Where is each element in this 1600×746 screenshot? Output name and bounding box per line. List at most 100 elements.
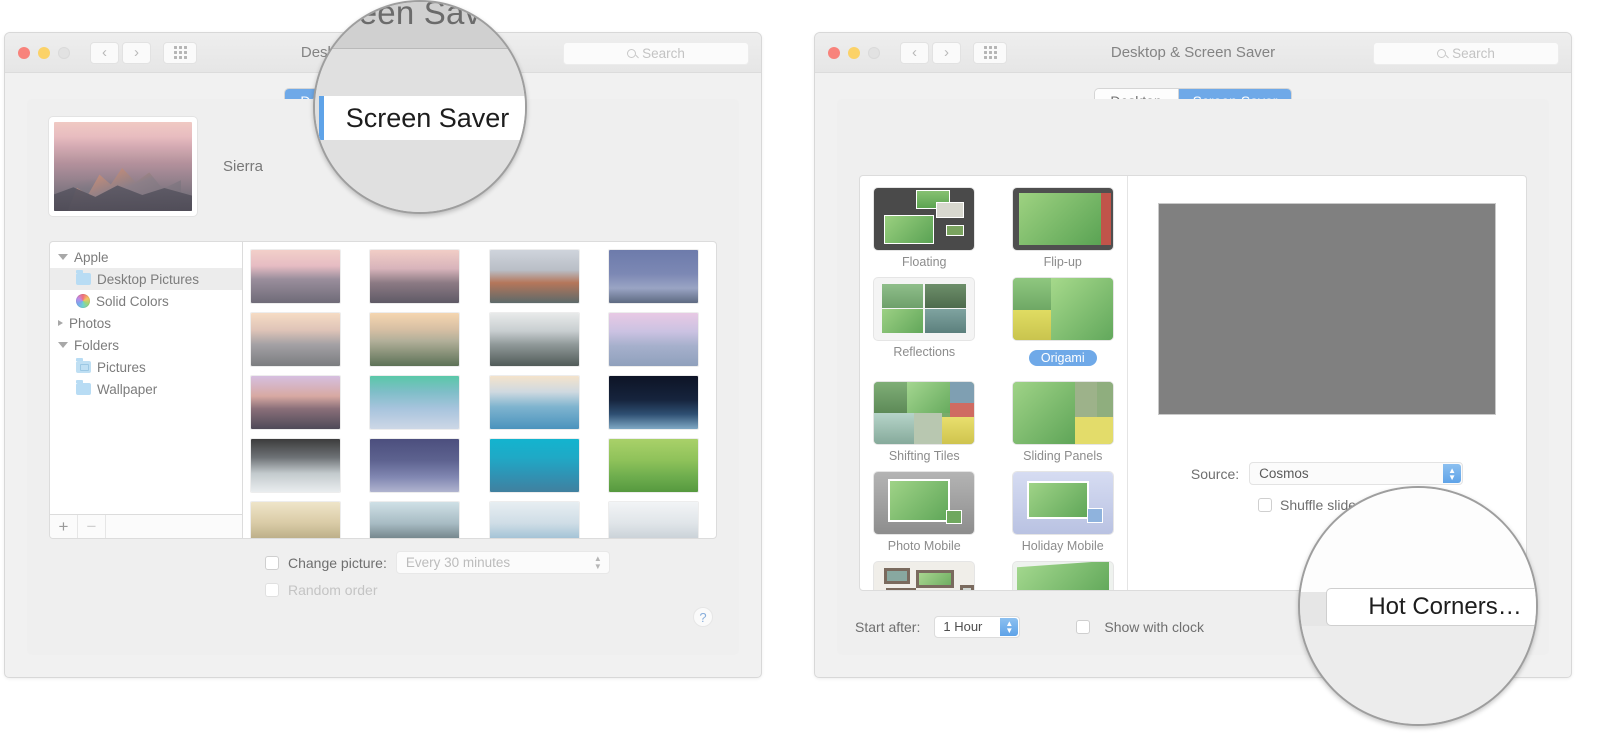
screen-saver-item-flip-up[interactable]: Flip-up (1007, 188, 1119, 276)
screen-saver-item-photo-mobile[interactable]: Photo Mobile (868, 472, 980, 560)
screen-saver-item-holiday-mobile[interactable]: Holiday Mobile (1007, 472, 1119, 560)
shuffle-checkbox[interactable] (1258, 498, 1272, 512)
screenshot-stage: ‹ › Desktop & Screen Saver Search Deskto… (0, 0, 1600, 746)
forward-button[interactable]: › (932, 42, 961, 64)
wallpaper-thumb[interactable] (609, 313, 698, 366)
wallpaper-thumb[interactable] (609, 439, 698, 492)
sidebar-item-photos[interactable]: Photos (50, 312, 242, 334)
random-order-checkbox[interactable] (265, 583, 279, 597)
show-with-clock-checkbox[interactable] (1076, 620, 1090, 634)
wallpaper-thumb[interactable] (251, 313, 340, 366)
right-search-input[interactable]: Search (1373, 42, 1559, 65)
chevron-right-icon: › (134, 45, 139, 60)
change-picture-interval-value: Every 30 minutes (406, 555, 510, 570)
left-search-placeholder: Search (642, 46, 685, 61)
wallpaper-thumb[interactable] (370, 439, 459, 492)
sidebar-item-label: Desktop Pictures (97, 272, 199, 287)
close-button[interactable] (828, 47, 840, 59)
wallpaper-thumb[interactable] (251, 376, 340, 429)
wallpaper-thumb[interactable] (490, 502, 579, 538)
disclosure-closed-icon[interactable] (58, 320, 63, 326)
magnified-screen-saver-tab[interactable]: Screen Saver (319, 96, 527, 140)
sidebar-item-folders[interactable]: Folders (50, 334, 242, 356)
screen-saver-thumb (874, 382, 974, 444)
show-all-button[interactable] (163, 42, 197, 64)
wallpaper-thumbnail-grid (243, 242, 716, 538)
screen-saver-list: Floating Flip-up (860, 176, 1128, 590)
screen-saver-label: Shifting Tiles (868, 449, 980, 463)
wallpaper-thumb[interactable] (609, 250, 698, 303)
screen-saver-label: Photo Mobile (868, 539, 980, 553)
wallpaper-thumb[interactable] (609, 376, 698, 429)
wallpaper-thumb[interactable] (251, 439, 340, 492)
help-button[interactable]: ? (693, 607, 713, 627)
stepper-icon: ▲▼ (594, 555, 602, 570)
wallpaper-thumb[interactable] (609, 502, 698, 538)
screen-saver-item-shifting-tiles[interactable]: Shifting Tiles (868, 382, 980, 470)
minimize-button[interactable] (848, 47, 860, 59)
grid-icon (984, 46, 997, 59)
screen-saver-item-origami[interactable]: Origami (1007, 278, 1119, 380)
wallpaper-thumb[interactable] (370, 250, 459, 303)
screen-saver-item-row5-left[interactable] (868, 562, 980, 590)
left-nav-buttons: ‹ › (90, 42, 151, 64)
screen-saver-label: Floating (868, 255, 980, 269)
magnifier-screen-saver-tab: een Sav Screen Saver (313, 0, 527, 214)
magnified-white-band (1300, 488, 1536, 592)
sidebar-footer: + − (50, 514, 242, 538)
change-picture-interval-popup[interactable]: Every 30 minutes ▲▼ (396, 551, 610, 574)
wallpaper-thumb[interactable] (370, 313, 459, 366)
show-all-button[interactable] (973, 42, 1007, 64)
zoom-button[interactable] (58, 47, 70, 59)
disclosure-open-icon[interactable] (58, 342, 68, 348)
grid-icon (174, 46, 187, 59)
sidebar-item-pictures[interactable]: Pictures (50, 356, 242, 378)
wallpaper-sidebar-list: Apple Desktop Pictures Solid Colors (50, 242, 242, 514)
forward-button[interactable]: › (122, 42, 151, 64)
screen-saver-item-row5-right[interactable] (1007, 562, 1119, 590)
source-popup[interactable]: Cosmos ▲▼ (1249, 462, 1463, 485)
magnifier-content: Hot Corners… (1300, 488, 1536, 724)
minimize-button[interactable] (38, 47, 50, 59)
add-folder-button[interactable]: + (50, 515, 78, 538)
stepper-icon[interactable]: ▲▼ (1443, 464, 1461, 483)
screen-saver-item-reflections[interactable]: Reflections (868, 278, 980, 380)
current-wallpaper-thumb[interactable] (49, 117, 197, 216)
change-picture-checkbox[interactable] (265, 556, 279, 570)
sidebar-item-label: Solid Colors (96, 294, 169, 309)
wallpaper-thumb[interactable] (370, 502, 459, 538)
screen-saver-thumb (874, 278, 974, 340)
wallpaper-thumb[interactable] (490, 250, 579, 303)
sidebar-item-desktop-pictures[interactable]: Desktop Pictures (50, 268, 242, 290)
close-button[interactable] (18, 47, 30, 59)
sidebar-item-wallpaper[interactable]: Wallpaper (50, 378, 242, 400)
back-button[interactable]: ‹ (90, 42, 119, 64)
sidebar-item-apple[interactable]: Apple (50, 246, 242, 268)
right-nav-buttons: ‹ › (900, 42, 961, 64)
sidebar-item-solid-colors[interactable]: Solid Colors (50, 290, 242, 312)
source-label: Source: (1191, 466, 1239, 482)
wallpaper-thumb[interactable] (490, 439, 579, 492)
screen-saver-item-floating[interactable]: Floating (868, 188, 980, 276)
magnified-hot-corners-button[interactable]: Hot Corners… (1326, 588, 1538, 626)
start-after-popup[interactable]: 1 Hour ▲▼ (934, 616, 1020, 638)
screen-saver-item-sliding-panels[interactable]: Sliding Panels (1007, 382, 1119, 470)
left-search-input[interactable]: Search (563, 42, 749, 65)
zoom-button[interactable] (868, 47, 880, 59)
stepper-icon[interactable]: ▲▼ (1000, 618, 1018, 636)
screen-saver-label: Holiday Mobile (1007, 539, 1119, 553)
wallpaper-thumb[interactable] (490, 376, 579, 429)
screen-saver-label: Flip-up (1007, 255, 1119, 269)
disclosure-open-icon[interactable] (58, 254, 68, 260)
back-button[interactable]: ‹ (900, 42, 929, 64)
screen-saver-thumb (874, 472, 974, 534)
wallpaper-thumb[interactable] (251, 250, 340, 303)
wallpaper-thumb[interactable] (490, 313, 579, 366)
chevron-right-icon: › (944, 45, 949, 60)
search-icon (1437, 49, 1446, 58)
wallpaper-thumb[interactable] (251, 502, 340, 538)
remove-folder-button[interactable]: − (78, 515, 106, 538)
wallpaper-thumb[interactable] (370, 376, 459, 429)
screen-saver-thumb (874, 562, 974, 590)
magnified-gray-band-2 (1300, 626, 1536, 724)
